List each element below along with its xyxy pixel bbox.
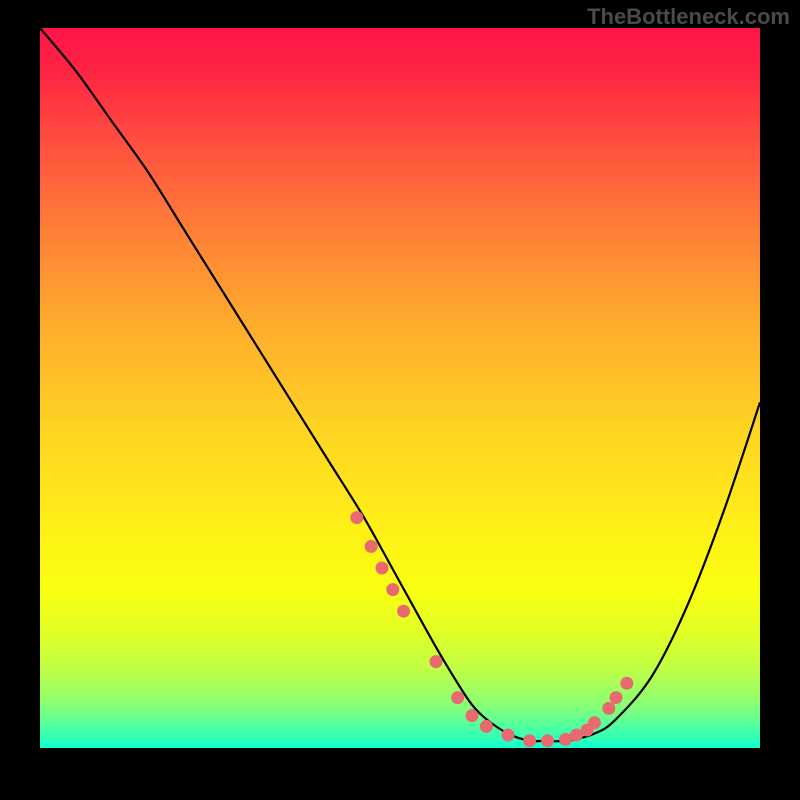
chart-container: TheBottleneck.com (0, 0, 800, 800)
marker-dot (610, 691, 623, 704)
curve-svg (40, 28, 760, 748)
marker-dot (502, 729, 515, 742)
marker-dots-group (350, 511, 633, 747)
marker-dot (386, 583, 399, 596)
marker-dot (466, 709, 479, 722)
plot-area (40, 28, 760, 748)
marker-dot (588, 716, 601, 729)
marker-dot (376, 562, 389, 575)
marker-dot (350, 511, 363, 524)
marker-dot (397, 605, 410, 618)
marker-dot (451, 691, 464, 704)
marker-dot (365, 540, 378, 553)
marker-dot (541, 734, 554, 747)
bottleneck-curve (40, 28, 760, 741)
marker-dot (430, 655, 443, 668)
marker-dot (620, 677, 633, 690)
marker-dot (602, 702, 615, 715)
marker-dot (523, 734, 536, 747)
watermark-text: TheBottleneck.com (587, 4, 790, 30)
marker-dot (480, 720, 493, 733)
